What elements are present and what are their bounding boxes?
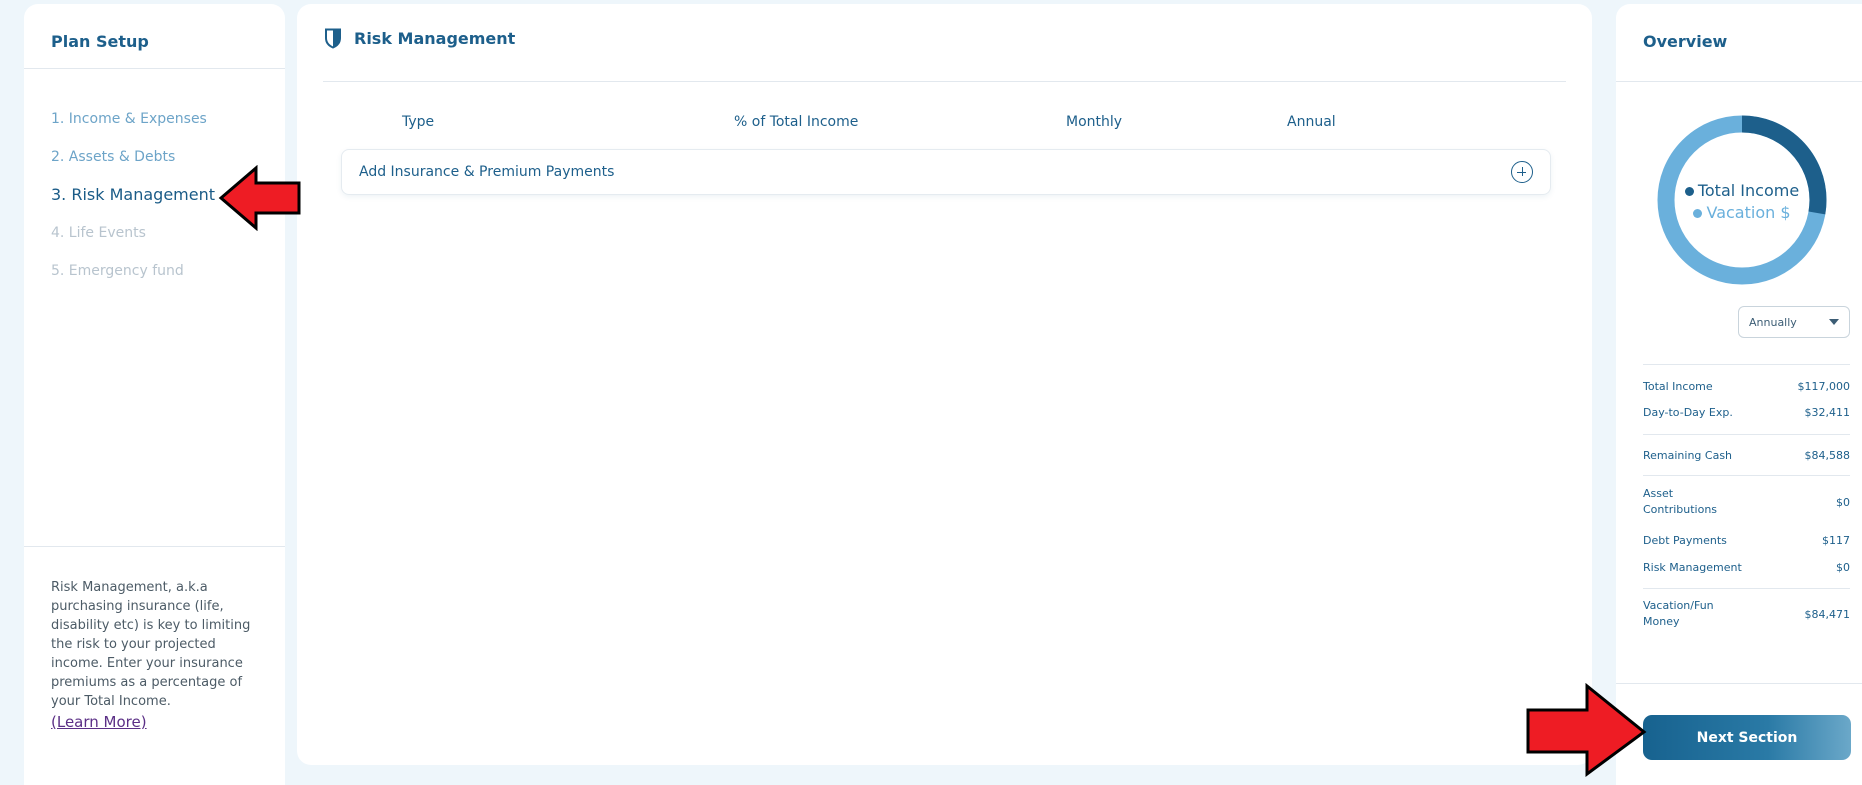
annotation-arrow-right [1526, 683, 1647, 777]
summary-row: Total Income $117,000 [1643, 373, 1850, 399]
chevron-down-icon [1829, 319, 1839, 325]
learn-more-link[interactable]: (Learn More) [51, 713, 147, 732]
step-risk-management[interactable]: 3. Risk Management [51, 184, 215, 222]
shield-icon [325, 28, 341, 49]
divider [1616, 683, 1862, 684]
donut-legend: Total Income Vacation $ [1656, 180, 1828, 224]
step-assets-debts[interactable]: 2. Assets & Debts [51, 146, 215, 184]
main-title: Risk Management [354, 29, 516, 48]
summary-value: $84,471 [1804, 607, 1851, 621]
summary-row: Remaining Cash $84,588 [1643, 435, 1850, 475]
plan-setup-title: Plan Setup [51, 32, 149, 51]
column-percent-income: % of Total Income [734, 114, 859, 130]
column-annual: Annual [1287, 114, 1336, 130]
summary-label: Day-to-Day Exp. [1643, 405, 1733, 419]
main-header: Risk Management [324, 28, 515, 49]
divider [323, 81, 1566, 82]
legend-label: Vacation $ [1706, 203, 1791, 222]
help-section: Risk Management, a.k.a purchasing insura… [51, 578, 266, 733]
annotation-arrow-left [218, 165, 301, 231]
summary-row: Vacation/Fun Money $84,471 [1643, 589, 1850, 639]
summary-row: Day-to-Day Exp. $32,411 [1643, 399, 1850, 425]
step-income-expenses[interactable]: 1. Income & Expenses [51, 108, 215, 146]
summary-label: Total Income [1643, 379, 1713, 393]
legend-item-vacation: Vacation $ [1656, 202, 1828, 224]
overview-title: Overview [1643, 32, 1728, 51]
help-text: Risk Management, a.k.a purchasing insura… [51, 580, 251, 709]
divider [24, 546, 285, 547]
plan-steps: 1. Income & Expenses 2. Assets & Debts 3… [51, 108, 215, 298]
divider [1616, 81, 1862, 82]
summary-row: Risk Management $0 [1643, 552, 1850, 582]
summary-value: $84,588 [1804, 448, 1851, 462]
add-insurance-row[interactable]: Add Insurance & Premium Payments [341, 149, 1551, 195]
overview-donut-chart: Total Income Vacation $ [1656, 114, 1828, 286]
risk-management-panel: Risk Management Type % of Total Income M… [297, 4, 1592, 765]
overview-summary: Total Income $117,000 Day-to-Day Exp. $3… [1643, 364, 1850, 639]
period-select-value: Annually [1749, 315, 1797, 329]
summary-row: Debt Payments $117 [1643, 528, 1850, 552]
overview-panel: Overview Total Income Vacation $ Annuall… [1616, 4, 1862, 785]
plan-setup-panel: Plan Setup 1. Income & Expenses 2. Asset… [24, 4, 285, 785]
summary-label: Remaining Cash [1643, 448, 1733, 462]
legend-item-total-income: Total Income [1656, 180, 1828, 202]
summary-label: Risk Management [1643, 560, 1742, 574]
divider [1643, 364, 1850, 365]
divider [24, 68, 285, 69]
period-select[interactable]: Annually [1738, 306, 1850, 338]
add-plus-icon[interactable] [1511, 161, 1533, 183]
step-life-events[interactable]: 4. Life Events [51, 222, 215, 260]
add-insurance-label: Add Insurance & Premium Payments [359, 164, 615, 180]
summary-value: $117,000 [1797, 379, 1851, 393]
summary-row: Asset Contributions $0 [1643, 476, 1850, 528]
summary-label: Debt Payments [1643, 533, 1727, 547]
column-type: Type [402, 114, 435, 130]
legend-dot [1684, 187, 1694, 196]
summary-label: Asset Contributions [1643, 487, 1718, 516]
summary-value: $0 [1836, 560, 1850, 574]
summary-value: $117 [1822, 533, 1850, 547]
summary-value: $32,411 [1804, 405, 1851, 419]
legend-dot [1693, 209, 1703, 218]
column-monthly: Monthly [1066, 114, 1123, 130]
legend-label: Total Income [1697, 181, 1800, 200]
next-section-button[interactable]: Next Section [1643, 715, 1851, 760]
step-emergency-fund[interactable]: 5. Emergency fund [51, 260, 215, 298]
summary-label: Vacation/Fun Money [1643, 599, 1714, 628]
summary-value: $0 [1836, 495, 1850, 509]
